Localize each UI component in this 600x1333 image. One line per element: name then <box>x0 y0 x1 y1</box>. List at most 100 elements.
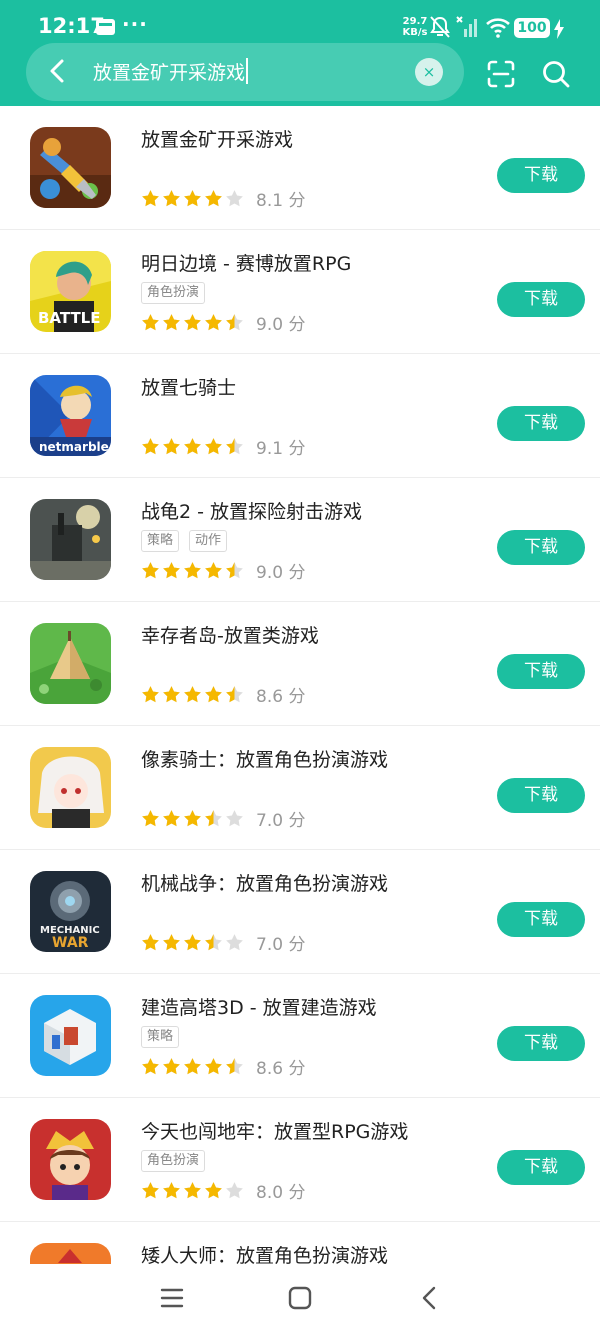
home-icon[interactable] <box>288 1286 312 1310</box>
category-tag: 策略 <box>141 530 180 552</box>
search-input[interactable]: 放置金矿开采游戏 <box>93 58 245 85</box>
rating: 8.0 分 <box>141 1179 305 1203</box>
download-button[interactable]: 下载 <box>497 1150 585 1185</box>
download-button[interactable]: 下载 <box>497 654 585 689</box>
app-list[interactable]: 放置金矿开采游戏 8.1 分 下载 BATTLE 明日边境 - 赛博放置RPG … <box>0 106 600 1264</box>
rating: 9.1 分 <box>141 435 305 459</box>
island-tent-icon[interactable] <box>30 623 111 704</box>
app-title[interactable]: 机械战争：放置角色扮演游戏 <box>141 869 388 896</box>
menu-icon[interactable] <box>160 1286 184 1310</box>
download-button[interactable]: 下载 <box>497 902 585 937</box>
list-item[interactable]: 放置金矿开采游戏 8.1 分 下载 <box>0 106 600 230</box>
back-icon[interactable] <box>418 1286 442 1310</box>
tag-list: 角色扮演 <box>141 282 206 304</box>
scan-icon[interactable] <box>486 59 516 89</box>
list-item[interactable]: 今天也闯地牢：放置型RPG游戏 角色扮演 8.0 分 下载 <box>0 1098 600 1222</box>
battle-girl-icon[interactable]: BATTLE <box>30 251 111 332</box>
more-notifications: ··· <box>122 12 148 36</box>
star-filled-icon <box>142 809 159 826</box>
star-filled-icon <box>142 189 159 206</box>
score-text: 8.6 分 <box>256 686 306 707</box>
signal-icon <box>456 16 477 37</box>
star-filled-icon <box>205 313 222 330</box>
app-title[interactable]: 放置七骑士 <box>141 373 236 400</box>
download-button[interactable]: 下载 <box>497 282 585 317</box>
category-tag: 角色扮演 <box>141 1150 206 1172</box>
star-rating <box>141 313 244 332</box>
star-half-icon <box>226 437 243 454</box>
download-button[interactable]: 下载 <box>497 778 585 813</box>
network-speed: 29.7 KB/s <box>398 16 432 38</box>
star-filled-icon <box>205 685 222 702</box>
app-title[interactable]: 战龟2 - 放置探险射击游戏 <box>141 497 362 524</box>
score-text: 9.0 分 <box>256 314 306 335</box>
tower-block-icon[interactable] <box>30 995 111 1076</box>
svg-text:netmarble: netmarble <box>39 440 109 454</box>
charging-icon <box>554 19 564 39</box>
mechanic-war-icon[interactable]: MECHANIC WAR <box>30 871 111 952</box>
list-item[interactable]: MECHANIC WAR 机械战争：放置角色扮演游戏 7.0 分 下载 <box>0 850 600 974</box>
list-item[interactable]: BATTLE 明日边境 - 赛博放置RPG 角色扮演 9.0 分 下载 <box>0 230 600 354</box>
anime-girl-icon[interactable] <box>30 747 111 828</box>
star-half-icon <box>205 809 222 826</box>
star-rating <box>141 1057 244 1076</box>
star-half-icon <box>226 313 243 330</box>
svg-text:BATTLE: BATTLE <box>38 309 101 327</box>
download-button[interactable]: 下载 <box>497 1026 585 1061</box>
star-filled-icon <box>205 1181 222 1198</box>
star-filled-icon <box>184 437 201 454</box>
star-rating <box>141 189 244 208</box>
star-rating <box>141 561 244 580</box>
star-filled-icon <box>163 933 180 950</box>
list-item[interactable]: netmarble 放置七骑士 9.1 分 下载 <box>0 354 600 478</box>
star-filled-icon <box>184 809 201 826</box>
star-half-icon <box>226 561 243 578</box>
list-item[interactable]: 矮人大师：放置角色扮演游戏 <box>0 1222 600 1264</box>
wifi-icon <box>486 18 510 38</box>
dungeon-hero-icon[interactable] <box>30 1119 111 1200</box>
gold-miner-drill-icon[interactable] <box>30 127 111 208</box>
download-button[interactable]: 下载 <box>497 530 585 565</box>
mute-icon <box>430 16 450 38</box>
back-arrow-icon[interactable] <box>44 54 72 88</box>
tag-list: 策略 动作 <box>141 530 228 552</box>
dwarf-master-icon[interactable] <box>30 1243 111 1264</box>
category-tag: 动作 <box>189 530 228 552</box>
star-empty-icon <box>226 189 243 206</box>
rating: 7.0 分 <box>141 931 305 955</box>
app-title[interactable]: 建造高塔3D - 放置建造游戏 <box>141 993 377 1020</box>
list-item[interactable]: 幸存者岛-放置类游戏 8.6 分 下载 <box>0 602 600 726</box>
search-icon[interactable] <box>541 59 571 89</box>
app-title[interactable]: 矮人大师：放置角色扮演游戏 <box>141 1241 388 1264</box>
download-button[interactable]: 下载 <box>497 158 585 193</box>
star-filled-icon <box>142 437 159 454</box>
netmarble-knight-icon[interactable]: netmarble <box>30 375 111 456</box>
network-speed-unit: KB/s <box>402 27 428 38</box>
status-bar: 12:17 ··· 29.7 KB/s 100 <box>0 0 600 44</box>
list-item[interactable]: 建造高塔3D - 放置建造游戏 策略 8.6 分 下载 <box>0 974 600 1098</box>
star-rating <box>141 437 244 456</box>
clear-icon[interactable]: × <box>415 58 443 86</box>
app-title[interactable]: 幸存者岛-放置类游戏 <box>141 621 319 648</box>
app-title[interactable]: 今天也闯地牢：放置型RPG游戏 <box>141 1117 408 1144</box>
war-turtle-icon[interactable] <box>30 499 111 580</box>
app-title[interactable]: 像素骑士：放置角色扮演游戏 <box>141 745 388 772</box>
list-item[interactable]: 战龟2 - 放置探险射击游戏 策略 动作 9.0 分 下载 <box>0 478 600 602</box>
star-empty-icon <box>226 933 243 950</box>
star-filled-icon <box>142 1181 159 1198</box>
network-speed-value: 29.7 <box>402 16 428 27</box>
star-rating <box>141 1181 244 1200</box>
rating: 8.6 分 <box>141 683 306 707</box>
list-item[interactable]: 像素骑士：放置角色扮演游戏 7.0 分 下载 <box>0 726 600 850</box>
app-title[interactable]: 放置金矿开采游戏 <box>141 125 293 152</box>
rating: 9.0 分 <box>141 559 305 583</box>
tag-list: 角色扮演 <box>141 1150 206 1172</box>
star-filled-icon <box>184 189 201 206</box>
star-filled-icon <box>163 437 180 454</box>
star-filled-icon <box>205 1057 222 1074</box>
download-button[interactable]: 下载 <box>497 406 585 441</box>
star-filled-icon <box>142 1057 159 1074</box>
app-title[interactable]: 明日边境 - 赛博放置RPG <box>141 249 351 276</box>
star-empty-icon <box>226 1181 243 1198</box>
category-tag: 策略 <box>141 1026 180 1048</box>
